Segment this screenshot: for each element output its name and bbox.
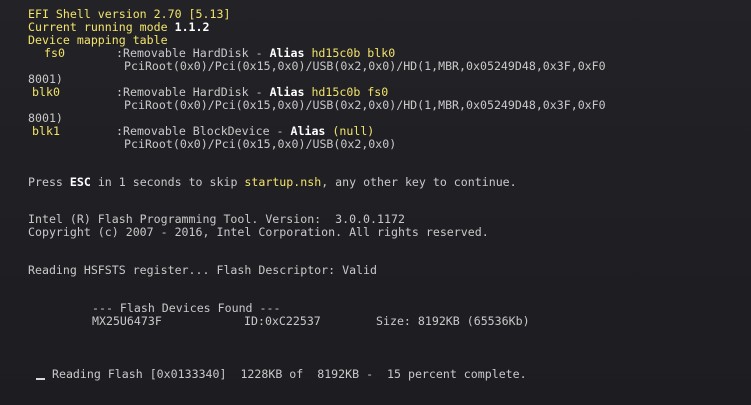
startup-prompt: Press ESC in 1 seconds to skip startup.n… — [28, 176, 517, 190]
alias-value: (null) — [332, 124, 375, 138]
startup-prefix: Press — [28, 175, 70, 189]
alias-value: hd15c0b fs0 — [311, 85, 389, 99]
mapping-path-fs0: PciRoot(0x0)/Pci(0x15,0x0)/USB(0x2,0x0)/… — [124, 60, 606, 74]
mapping-name: fs0 — [44, 46, 65, 60]
mapping-name: blk0 — [32, 85, 60, 99]
hsfsts-line: Reading HSFSTS register... Flash Descrip… — [28, 264, 377, 278]
hsfsts-status: Reading HSFSTS register... Flash Descrip… — [28, 263, 378, 277]
flash-progress: Reading Flash [0x0133340] 1228KB of 8192… — [51, 367, 527, 381]
alias-value: hd15c0b blk0 — [311, 46, 396, 60]
efi-shell-screen: EFI Shell version 2.70 [5.13] Current ru… — [0, 0, 751, 405]
mapping-desc: :Removable HardDisk - — [116, 46, 270, 60]
flash-progress-line: Reading Flash [0x0133340] 1228KB of 8192… — [36, 368, 527, 382]
device-path: PciRoot(0x0)/Pci(0x15,0x0)/USB(0x2,0x0)/… — [124, 98, 606, 112]
device-path-continuation: 8001) — [28, 72, 63, 86]
flash-devices-title: --- Flash Devices Found --- — [92, 301, 281, 315]
mapping-desc: :Removable HardDisk - — [116, 85, 270, 99]
mapping-name: blk1 — [32, 124, 60, 138]
flash-device-size: Size: 8192KB (65536Kb) — [376, 314, 530, 328]
flash-device-id: ID:0xC22537 — [244, 314, 321, 328]
fpt-copyright-line: Copyright (c) 2007 - 2016, Intel Corpora… — [28, 226, 489, 240]
running-mode-label: Current running mode — [28, 20, 175, 34]
mapping-path-blk1: PciRoot(0x0)/Pci(0x15,0x0)/USB(0x2,0x0) — [124, 138, 396, 152]
startup-script-name: startup.nsh — [244, 175, 322, 189]
flash-device-part: MX25U6473F — [92, 314, 162, 328]
running-mode-value: 1.1.2 — [174, 20, 210, 34]
device-path-continuation: 8001) — [28, 111, 63, 125]
device-path: PciRoot(0x0)/Pci(0x15,0x0)/USB(0x2,0x0) — [124, 137, 397, 151]
mapping-row-fs0: fs0 — [44, 47, 65, 61]
startup-middle: in 1 seconds to skip — [90, 175, 245, 189]
alias-label: Alias — [269, 46, 305, 60]
alias-label: Alias — [290, 124, 326, 138]
startup-suffix: , any other key to continue. — [321, 175, 517, 189]
esc-key: ESC — [69, 175, 91, 189]
mapping-path-blk0: PciRoot(0x0)/Pci(0x15,0x0)/USB(0x2,0x0)/… — [124, 99, 606, 113]
fpt-copyright: Copyright (c) 2007 - 2016, Intel Corpora… — [28, 225, 489, 239]
text-cursor — [36, 378, 45, 380]
alias-label: Alias — [269, 85, 305, 99]
mapping-desc: :Removable BlockDevice - — [116, 124, 291, 138]
mapping-row-blk0: blk0 — [32, 86, 60, 100]
device-path: PciRoot(0x0)/Pci(0x15,0x0)/USB(0x2,0x0)/… — [124, 59, 606, 73]
shell-title: EFI Shell version 2.70 [5.13] — [28, 7, 231, 21]
flash-device-id-cell: ID:0xC22537 — [244, 315, 321, 329]
mapping-row-blk1: blk1 — [32, 125, 60, 139]
mapping-table-title: Device mapping table — [28, 33, 168, 47]
flash-device-size-cell: Size: 8192KB (65536Kb) — [376, 315, 530, 329]
flash-device-row: MX25U6473F — [92, 315, 162, 329]
fpt-version: Intel (R) Flash Programming Tool. Versio… — [28, 212, 405, 226]
